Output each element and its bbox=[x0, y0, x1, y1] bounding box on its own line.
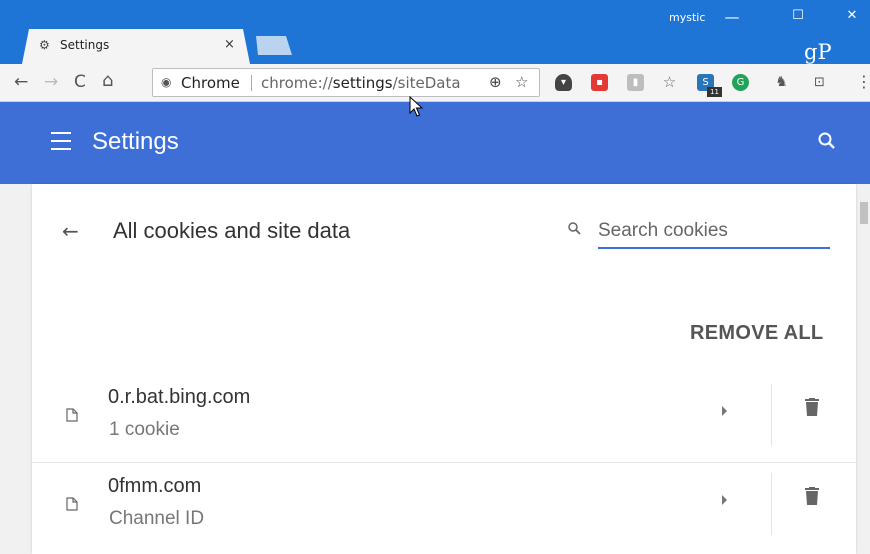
evernote-icon[interactable]: ♞ bbox=[773, 74, 790, 91]
mouse-cursor-icon bbox=[409, 96, 424, 117]
home-button[interactable]: ⌂ bbox=[102, 70, 113, 91]
new-tab-button[interactable] bbox=[256, 36, 292, 55]
extension-badge: 11 bbox=[707, 87, 722, 97]
pocket-icon[interactable]: ▾ bbox=[555, 74, 572, 91]
site-row[interactable]: 0fmm.com Channel ID bbox=[32, 462, 856, 542]
extension-red-icon[interactable]: ▪ bbox=[591, 74, 608, 91]
profile-name[interactable]: mystic bbox=[669, 11, 705, 24]
chrome-icon: ◉ bbox=[161, 75, 172, 89]
expand-arrow-icon[interactable] bbox=[722, 495, 727, 505]
cookies-card: ← All cookies and site data REMOVE ALL 0… bbox=[32, 184, 856, 554]
tab-close-button[interactable]: × bbox=[224, 37, 235, 52]
address-separator bbox=[251, 75, 252, 91]
grammarly-icon[interactable]: G bbox=[732, 74, 749, 91]
minimize-button[interactable]: — bbox=[722, 8, 742, 26]
settings-title: Settings bbox=[92, 128, 179, 155]
search-icon bbox=[568, 222, 581, 235]
address-chip-label: Chrome bbox=[181, 74, 240, 92]
menu-icon[interactable] bbox=[51, 126, 71, 154]
zoom-icon[interactable]: ⊕ bbox=[489, 73, 502, 91]
page-title: All cookies and site data bbox=[113, 218, 351, 243]
trash-icon[interactable] bbox=[805, 398, 819, 416]
back-arrow-icon[interactable]: ← bbox=[62, 219, 79, 243]
back-button[interactable]: ← bbox=[14, 72, 28, 92]
settings-content: ← All cookies and site data REMOVE ALL 0… bbox=[0, 184, 870, 554]
site-name: 0.r.bat.bing.com bbox=[108, 386, 251, 408]
remove-all-button[interactable]: REMOVE ALL bbox=[690, 322, 823, 345]
site-name: 0fmm.com bbox=[108, 475, 202, 497]
file-icon bbox=[66, 408, 78, 422]
row-divider bbox=[771, 384, 772, 446]
chrome-menu-button[interactable]: ⋮ bbox=[856, 72, 870, 91]
close-window-button[interactable]: ✕ bbox=[842, 8, 862, 23]
trash-icon[interactable] bbox=[805, 487, 819, 505]
settings-header: Settings bbox=[0, 102, 870, 184]
page-scrollbar[interactable] bbox=[858, 184, 870, 554]
star-extension-icon[interactable]: ☆ bbox=[661, 74, 678, 91]
search-cookies-input[interactable] bbox=[598, 215, 830, 249]
watermark-logo: gP bbox=[804, 40, 832, 64]
forward-button[interactable]: → bbox=[44, 72, 58, 92]
gear-icon: ⚙ bbox=[39, 38, 50, 52]
maximize-button[interactable]: ☐ bbox=[788, 8, 808, 23]
expand-arrow-icon[interactable] bbox=[722, 406, 727, 416]
address-bar[interactable]: ◉ Chrome chrome://settings/siteData ⊕ ☆ bbox=[152, 68, 540, 97]
browser-toolbar: ← → C ⌂ ◉ Chrome chrome://settings/siteD… bbox=[0, 64, 870, 102]
site-row[interactable]: 0.r.bat.bing.com 1 cookie bbox=[32, 374, 856, 454]
tab-settings[interactable]: ⚙ Settings × bbox=[22, 29, 250, 64]
site-detail: Channel ID bbox=[109, 508, 205, 529]
url-text[interactable]: chrome://settings/siteData bbox=[261, 74, 461, 92]
row-divider bbox=[771, 473, 772, 535]
file-icon bbox=[66, 497, 78, 511]
tab-title: Settings bbox=[60, 38, 110, 52]
cast-icon[interactable]: ⊡ bbox=[811, 74, 828, 91]
reload-button[interactable]: C bbox=[74, 72, 86, 92]
site-detail: 1 cookie bbox=[109, 419, 180, 440]
extension-grey-icon[interactable]: ▮ bbox=[627, 74, 644, 91]
search-icon[interactable] bbox=[817, 131, 837, 151]
browser-titlebar: ⚙ Settings × mystic — ☐ ✕ gP bbox=[0, 0, 870, 64]
bookmark-star-icon[interactable]: ☆ bbox=[515, 73, 528, 91]
scroll-thumb[interactable] bbox=[860, 202, 868, 224]
